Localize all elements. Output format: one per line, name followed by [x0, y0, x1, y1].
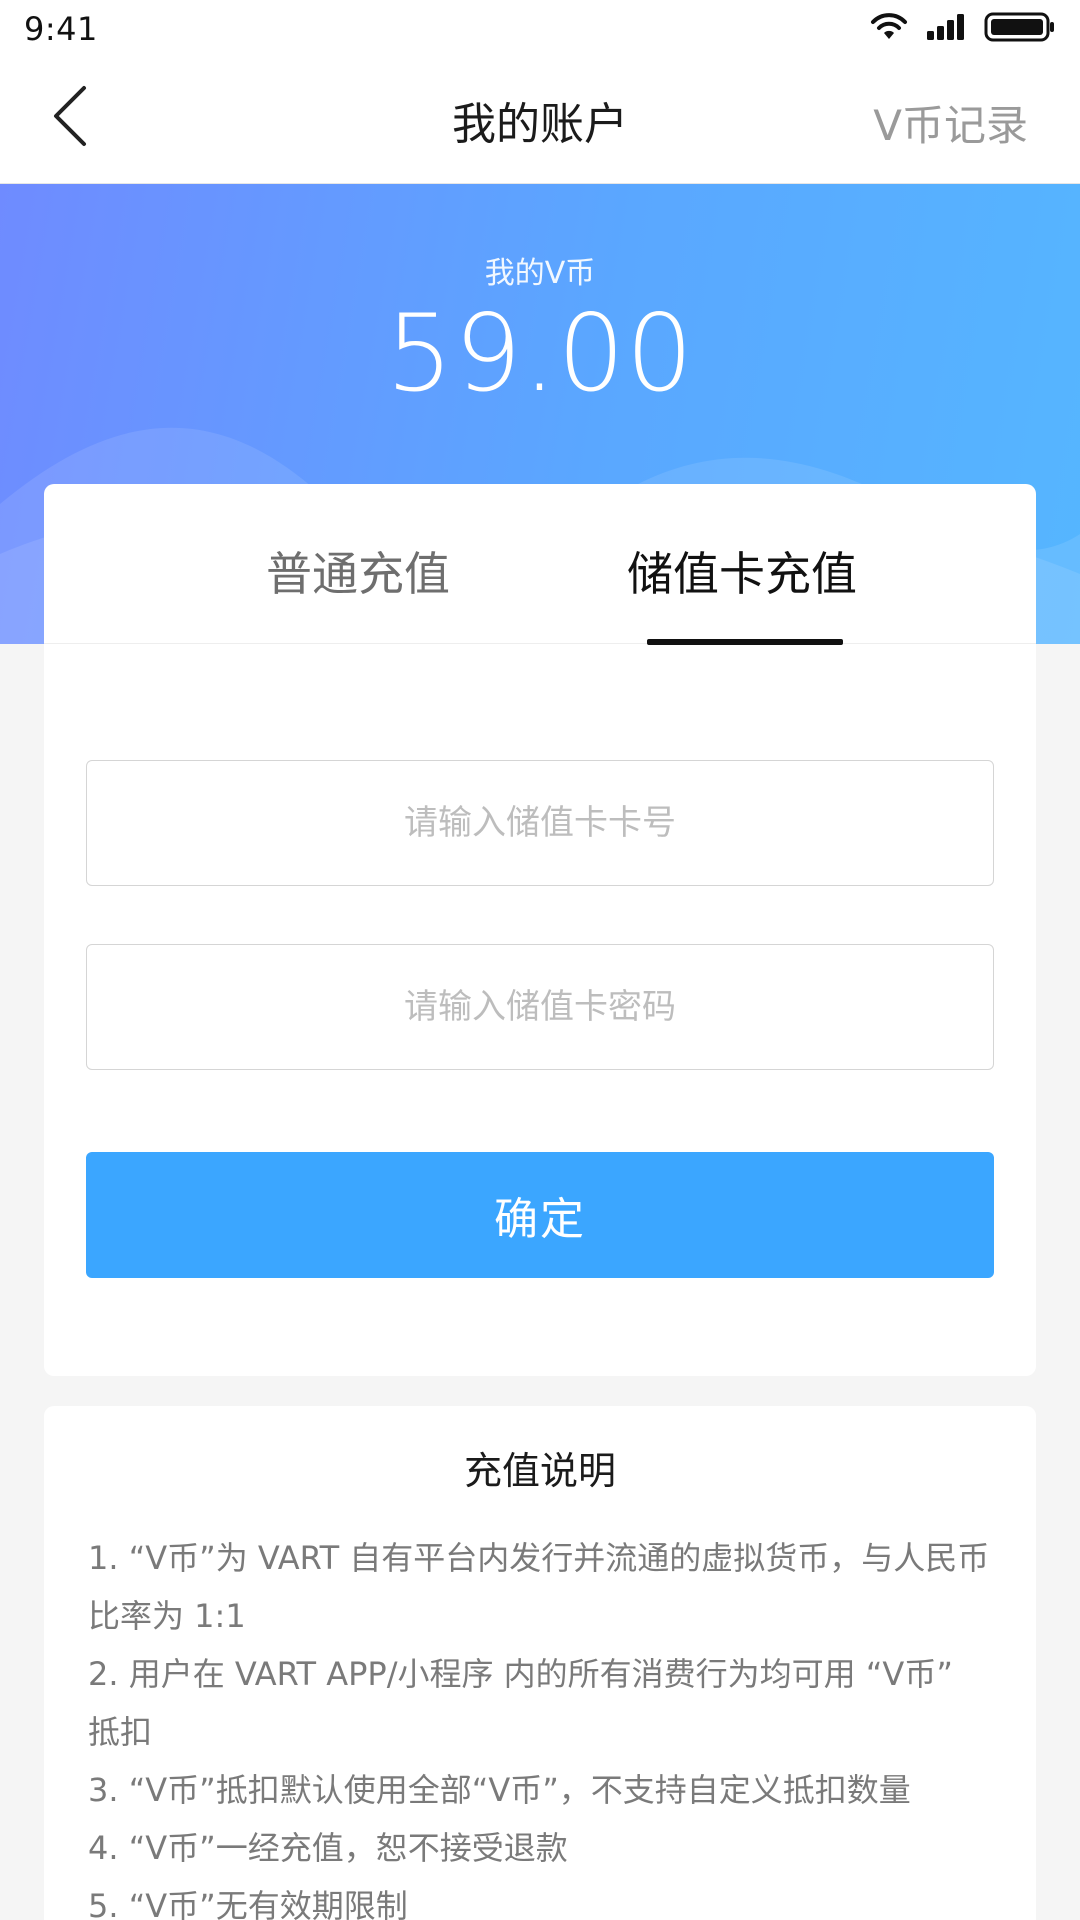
card-password-input[interactable]	[86, 944, 994, 1070]
active-tab-indicator	[647, 639, 843, 645]
status-bar: 9:41	[0, 0, 1080, 58]
tab-normal-recharge[interactable]: 普通充值	[266, 538, 450, 604]
info-item: 5. “V币”无有效期限制	[88, 1887, 408, 1920]
info-list: 1. “V币”为 VART 自有平台内发行并流通的虚拟货币，与人民币比率为 1:…	[88, 1529, 992, 1920]
nav-bar: 我的账户 V币记录	[0, 58, 1080, 184]
balance-amount: 59.00	[385, 292, 695, 415]
info-item: 3. “V币”抵扣默认使用全部“V币”，不支持自定义抵扣数量	[88, 1771, 911, 1809]
account-screen: 9:41 我的账户 V币记录 我的V币 59.00 普通充值 储值卡充值 请输入…	[0, 0, 1080, 1920]
card-number-input[interactable]	[86, 760, 994, 886]
info-item: 1. “V币”为 VART 自有平台内发行并流通的虚拟货币，与人民币比率为 1:…	[88, 1539, 990, 1635]
tab-stored-card-recharge[interactable]: 储值卡充值	[627, 538, 857, 604]
wifi-icon	[870, 13, 908, 45]
status-icons	[870, 12, 1056, 46]
info-item: 4. “V币”一经充值，恕不接受退款	[88, 1829, 568, 1867]
signal-icon	[926, 13, 966, 45]
recharge-info-card: 充值说明 1. “V币”为 VART 自有平台内发行并流通的虚拟货币，与人民币比…	[44, 1406, 1036, 1920]
recharge-tabs: 普通充值 储值卡充值	[44, 484, 1036, 645]
info-item: 2. 用户在 VART APP/小程序 内的所有消费行为均可用 “V币” 抵扣	[88, 1655, 953, 1751]
vcoin-records-link[interactable]: V币记录	[873, 92, 1028, 153]
recharge-card: 普通充值 储值卡充值 确定	[44, 484, 1036, 1376]
confirm-button[interactable]: 确定	[86, 1152, 994, 1278]
status-time: 9:41	[24, 10, 98, 48]
battery-icon	[984, 12, 1056, 46]
info-title: 充值说明	[463, 1449, 616, 1493]
balance-label: 我的V币	[484, 256, 596, 291]
